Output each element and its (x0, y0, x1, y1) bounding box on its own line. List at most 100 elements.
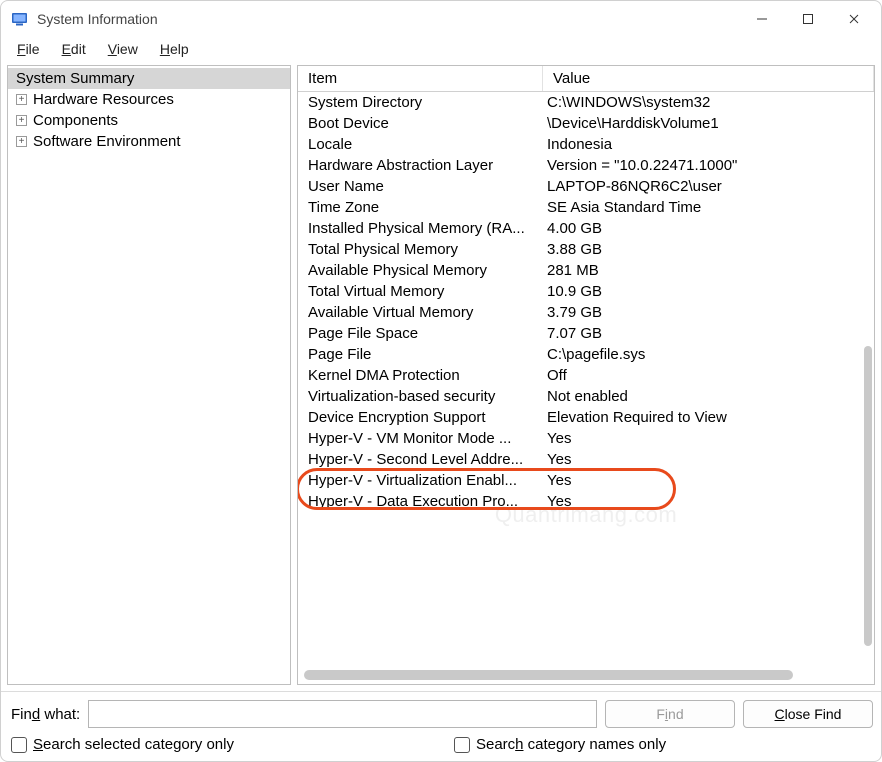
cell-item: Device Encryption Support (298, 409, 543, 426)
table-row[interactable]: Device Encryption SupportElevation Requi… (298, 407, 874, 428)
cell-value: SE Asia Standard Time (543, 199, 874, 216)
cell-value: 10.9 GB (543, 283, 874, 300)
cell-value: Yes (543, 451, 874, 468)
cell-value: Off (543, 367, 874, 384)
cell-value: \Device\HarddiskVolume1 (543, 115, 874, 132)
cell-value: 3.88 GB (543, 241, 874, 258)
tree-item-components[interactable]: + Components (8, 110, 290, 131)
cell-item: Hyper-V - Virtualization Enabl... (298, 472, 543, 489)
table-row[interactable]: Total Virtual Memory10.9 GB (298, 281, 874, 302)
table-row[interactable]: Time ZoneSE Asia Standard Time (298, 197, 874, 218)
cell-item: Installed Physical Memory (RA... (298, 220, 543, 237)
cell-item: Available Virtual Memory (298, 304, 543, 321)
checkbox-label: Search category names only (476, 736, 666, 753)
details-pane: Item Value Quantrimang.com System Direct… (297, 65, 875, 685)
table-row[interactable]: Hardware Abstraction LayerVersion = "10.… (298, 155, 874, 176)
expand-icon[interactable]: + (16, 94, 27, 105)
close-button[interactable] (831, 3, 877, 35)
table-row[interactable]: Hyper-V - Virtualization Enabl...Yes (298, 470, 874, 491)
grid-body[interactable]: Quantrimang.com System DirectoryC:\WINDO… (298, 92, 874, 684)
checkbox-icon (11, 737, 27, 753)
horizontal-scrollbar[interactable] (304, 670, 860, 682)
column-header-item[interactable]: Item (298, 66, 543, 91)
cell-item: Hyper-V - Second Level Addre... (298, 451, 543, 468)
column-header-value[interactable]: Value (543, 66, 874, 91)
table-row[interactable]: Virtualization-based securityNot enabled (298, 386, 874, 407)
find-button[interactable]: Find (605, 700, 735, 728)
cell-value: 7.07 GB (543, 325, 874, 342)
menubar: File Edit View Help (1, 37, 881, 65)
table-row[interactable]: Hyper-V - VM Monitor Mode ...Yes (298, 428, 874, 449)
cell-value: 281 MB (543, 262, 874, 279)
titlebar: System Information (1, 1, 881, 37)
cell-item: Total Physical Memory (298, 241, 543, 258)
cell-item: Total Virtual Memory (298, 283, 543, 300)
cell-item: Hardware Abstraction Layer (298, 157, 543, 174)
menu-file[interactable]: File (7, 39, 50, 59)
table-row[interactable]: System DirectoryC:\WINDOWS\system32 (298, 92, 874, 113)
cell-item: Available Physical Memory (298, 262, 543, 279)
menu-help[interactable]: Help (150, 39, 199, 59)
table-row[interactable]: User NameLAPTOP-86NQR6C2\user (298, 176, 874, 197)
cell-item: Boot Device (298, 115, 543, 132)
table-row[interactable]: Installed Physical Memory (RA...4.00 GB (298, 218, 874, 239)
cell-value: 4.00 GB (543, 220, 874, 237)
table-row[interactable]: LocaleIndonesia (298, 134, 874, 155)
cell-item: Page File Space (298, 325, 543, 342)
cell-item: Virtualization-based security (298, 388, 543, 405)
category-tree[interactable]: System Summary + Hardware Resources + Co… (7, 65, 291, 685)
tree-root-system-summary[interactable]: System Summary (8, 68, 290, 89)
cell-item: Hyper-V - Data Execution Pro... (298, 493, 543, 510)
table-row[interactable]: Total Physical Memory3.88 GB (298, 239, 874, 260)
minimize-button[interactable] (739, 3, 785, 35)
cell-value: LAPTOP-86NQR6C2\user (543, 178, 874, 195)
vertical-scrollbar[interactable] (864, 346, 872, 646)
checkbox-icon (454, 737, 470, 753)
tree-item-label: Components (33, 112, 118, 129)
grid-header: Item Value (298, 66, 874, 92)
cell-value: 3.79 GB (543, 304, 874, 321)
table-row[interactable]: Hyper-V - Data Execution Pro...Yes (298, 491, 874, 512)
search-category-names-checkbox[interactable]: Search category names only (454, 736, 666, 753)
table-row[interactable]: Page File Space7.07 GB (298, 323, 874, 344)
tree-item-software-environment[interactable]: + Software Environment (8, 131, 290, 152)
cell-value: Elevation Required to View (543, 409, 874, 426)
cell-value: C:\WINDOWS\system32 (543, 94, 874, 111)
close-find-button[interactable]: Close Find (743, 700, 873, 728)
expand-icon[interactable]: + (16, 136, 27, 147)
menu-edit[interactable]: Edit (52, 39, 96, 59)
table-row[interactable]: Available Physical Memory281 MB (298, 260, 874, 281)
app-icon (11, 10, 29, 28)
table-row[interactable]: Page FileC:\pagefile.sys (298, 344, 874, 365)
main-area: System Summary + Hardware Resources + Co… (1, 65, 881, 691)
table-row[interactable]: Boot Device\Device\HarddiskVolume1 (298, 113, 874, 134)
find-label: Find what: (9, 706, 80, 723)
cell-item: Locale (298, 136, 543, 153)
table-row[interactable]: Hyper-V - Second Level Addre...Yes (298, 449, 874, 470)
cell-value: Yes (543, 472, 874, 489)
cell-value: Not enabled (543, 388, 874, 405)
cell-value: Yes (543, 493, 874, 510)
tree-item-label: Software Environment (33, 133, 181, 150)
expand-icon[interactable]: + (16, 115, 27, 126)
maximize-button[interactable] (785, 3, 831, 35)
checkbox-label: Search selected category only (33, 736, 234, 753)
cell-item: System Directory (298, 94, 543, 111)
tree-item-hardware-resources[interactable]: + Hardware Resources (8, 89, 290, 110)
search-bar: Find what: Find Close Find Search select… (1, 691, 881, 761)
search-input[interactable] (88, 700, 597, 728)
window-title: System Information (37, 11, 158, 27)
cell-item: User Name (298, 178, 543, 195)
cell-value: Yes (543, 430, 874, 447)
cell-item: Time Zone (298, 199, 543, 216)
cell-item: Hyper-V - VM Monitor Mode ... (298, 430, 543, 447)
search-selected-category-checkbox[interactable]: Search selected category only (11, 736, 234, 753)
menu-view[interactable]: View (98, 39, 148, 59)
table-row[interactable]: Kernel DMA ProtectionOff (298, 365, 874, 386)
cell-value: C:\pagefile.sys (543, 346, 874, 363)
cell-value: Indonesia (543, 136, 874, 153)
tree-item-label: Hardware Resources (33, 91, 174, 108)
cell-item: Kernel DMA Protection (298, 367, 543, 384)
cell-value: Version = "10.0.22471.1000" (543, 157, 874, 174)
table-row[interactable]: Available Virtual Memory3.79 GB (298, 302, 874, 323)
